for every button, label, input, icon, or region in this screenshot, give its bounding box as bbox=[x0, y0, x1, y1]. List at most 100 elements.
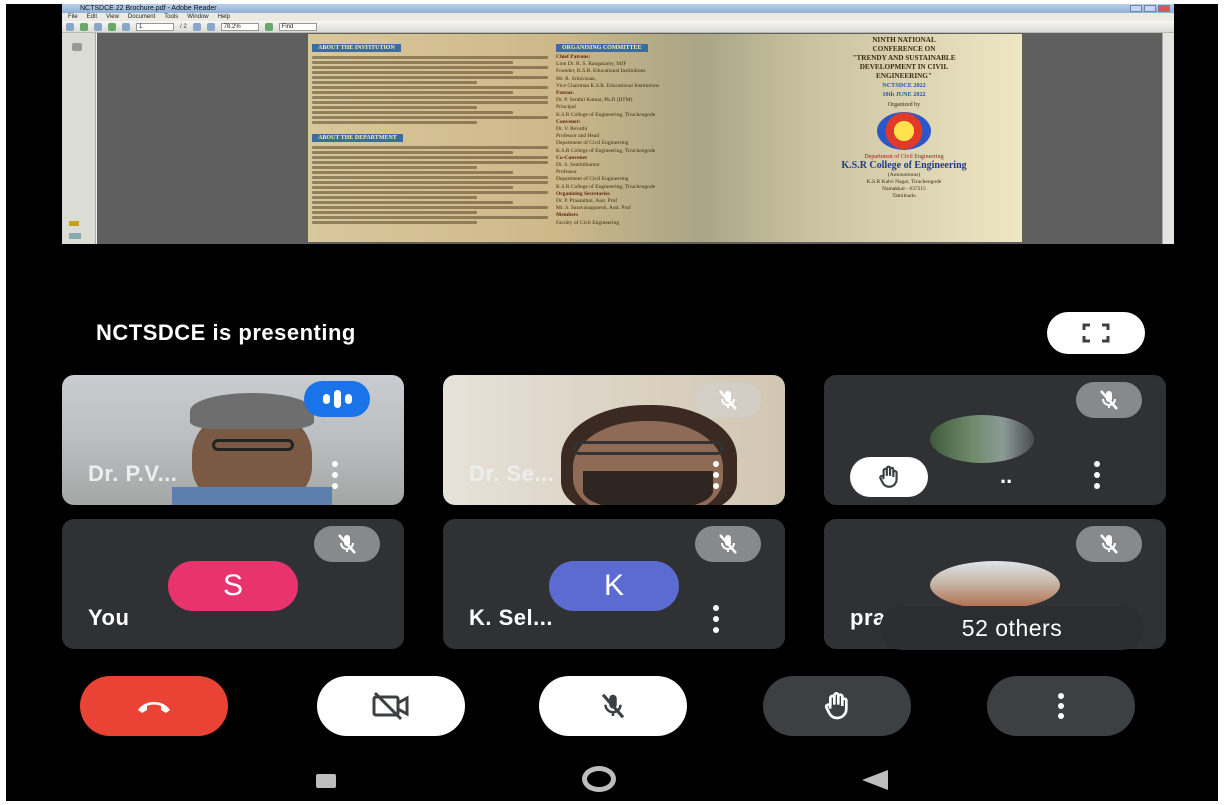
committee-entry: Faculty of Civil Engineering bbox=[556, 219, 620, 226]
others-chip[interactable]: 52 others bbox=[880, 606, 1144, 650]
committee-entry: Department of Civil Engineering bbox=[556, 176, 629, 183]
committee-entry: Mr. S. Saravanaganesh, Asst. Prof bbox=[556, 205, 631, 212]
committee-entry: Chief Patrons: bbox=[556, 54, 591, 60]
about-department-heading: ABOUT THE DEPARTMENT bbox=[312, 134, 403, 142]
menu-file: File bbox=[68, 14, 78, 20]
home-icon[interactable] bbox=[582, 766, 616, 792]
committee-list: Chief Patrons: Lion Dr. R. S. Rangasamy, … bbox=[556, 54, 782, 227]
address-line: Tamilnadu bbox=[892, 193, 916, 199]
reader-titlebar: NCTSDCE 22 Brochure.pdf - Adobe Reader bbox=[62, 4, 1174, 13]
committee-entry: Founder, K.S.R. Educational Institutions bbox=[556, 68, 646, 75]
more-vert-icon[interactable] bbox=[330, 461, 340, 489]
committee-entry: Department of Civil Engineering bbox=[556, 140, 629, 147]
presentation-area: NCTSDCE 22 Brochure.pdf - Adobe Reader F… bbox=[62, 4, 1174, 360]
zoom-field: 78.2% bbox=[220, 22, 259, 31]
participant-tile[interactable]: Dr. Se... bbox=[443, 375, 785, 505]
print-icon bbox=[80, 22, 88, 31]
more-vert-icon bbox=[1056, 693, 1066, 719]
participant-thumbnail bbox=[930, 415, 1034, 463]
reader-menubar: File Edit View Document Tools Window Hel… bbox=[62, 13, 1174, 21]
raise-hand-button[interactable] bbox=[763, 676, 911, 736]
prev-page-icon bbox=[108, 22, 116, 31]
committee-entry: Co-Convener bbox=[556, 154, 588, 161]
committee-entry: K.S.R College of Engineering, Tiruchengo… bbox=[556, 111, 656, 118]
reader-scrollbar bbox=[1162, 33, 1174, 244]
end-call-button[interactable] bbox=[80, 676, 228, 736]
participant-tile[interactable]: Dr. P.V... bbox=[62, 375, 404, 505]
committee-entry: Professor and Head bbox=[556, 133, 600, 140]
participant-tile[interactable]: K K. Sel... bbox=[443, 519, 785, 649]
more-vert-icon[interactable] bbox=[711, 461, 721, 489]
pages-icon bbox=[72, 43, 82, 51]
back-icon[interactable] bbox=[862, 770, 888, 790]
conference-acronym: NCTSDCE 2022 bbox=[882, 82, 926, 89]
more-vert-icon[interactable] bbox=[711, 605, 721, 633]
maximize-icon bbox=[1144, 5, 1156, 12]
find-field: Find bbox=[278, 22, 317, 31]
about-institution-heading: ABOUT THE INSTITUTION bbox=[312, 44, 401, 52]
zoom-in-icon bbox=[206, 22, 215, 31]
committee-entry: Dr. P. Senthil Kumar, Ph.D (IITM) bbox=[556, 97, 633, 104]
menu-document: Document bbox=[127, 14, 156, 20]
participant-name: K. Sel... bbox=[469, 605, 553, 630]
participant-tile-self[interactable]: S You bbox=[62, 519, 404, 649]
committee-entry: Professor bbox=[556, 169, 577, 176]
page-total: / 2 bbox=[180, 23, 187, 30]
system-nav-bar bbox=[6, 752, 1218, 801]
mic-toggle-button[interactable] bbox=[539, 676, 687, 736]
committee-entry: Patron: bbox=[556, 90, 574, 97]
committee-entry: Organizing Secretaries bbox=[556, 190, 610, 197]
committee-entry: Dr. P. Prasanthni, Asst. Prof bbox=[556, 198, 618, 205]
open-icon bbox=[66, 22, 74, 31]
mic-off-icon bbox=[314, 526, 380, 562]
participant-name: You bbox=[88, 605, 130, 630]
next-page-icon bbox=[122, 22, 130, 31]
conference-line: CONFERENCE ON bbox=[872, 45, 936, 53]
document-area: ABOUT THE INSTITUTION ABOUT THE DEPARTME… bbox=[97, 33, 1162, 244]
more-options-button[interactable] bbox=[987, 676, 1135, 736]
presenting-label: NCTSDCE is presenting bbox=[96, 320, 356, 345]
mic-off-icon bbox=[1076, 382, 1142, 418]
mic-off-icon bbox=[1076, 526, 1142, 562]
participant-tile[interactable]: .. bbox=[824, 375, 1166, 505]
menu-tools: Tools bbox=[164, 14, 179, 20]
organising-committee-heading: ORGANISING COMMITTEE bbox=[556, 44, 648, 52]
conference-line: "TRENDY AND SUSTAINABLE bbox=[852, 54, 956, 62]
committee-entry: Dr. V. Revathi bbox=[556, 126, 588, 133]
committee-entry: K.S.R College of Engineering, Tiruchengo… bbox=[556, 183, 656, 190]
conference-date: 10th JUNE 2022 bbox=[882, 91, 926, 98]
conference-line: NINTH NATIONAL bbox=[872, 36, 936, 44]
more-vert-icon[interactable] bbox=[1092, 461, 1102, 489]
committee-entry: Vice Chairman K.S.R. Educational Institu… bbox=[556, 82, 660, 89]
reader-toolbar: 1 / 2 78.2% Find bbox=[62, 21, 1174, 33]
mic-off-icon bbox=[695, 382, 761, 418]
email-icon bbox=[94, 22, 102, 31]
committee-entry: Principal bbox=[556, 104, 576, 111]
reader-window-title: NCTSDCE 22 Brochure.pdf - Adobe Reader bbox=[80, 5, 217, 12]
committee-entry: Lion Dr. R. S. Rangasamy, MJF bbox=[556, 61, 627, 68]
window-buttons bbox=[1130, 5, 1170, 12]
mic-off-icon bbox=[695, 526, 761, 562]
video-off-icon bbox=[372, 691, 409, 721]
avatar: S bbox=[168, 561, 298, 611]
participant-name: Dr. Se... bbox=[469, 461, 555, 486]
menu-view: View bbox=[106, 14, 119, 20]
committee-column: ORGANISING COMMITTEE Chief Patrons: Lion … bbox=[556, 36, 782, 240]
close-icon bbox=[1158, 5, 1170, 12]
fullscreen-button[interactable] bbox=[1047, 312, 1145, 354]
address-line: (Autonomous) bbox=[887, 172, 921, 178]
college-name: K.S.R College of Engineering bbox=[841, 160, 967, 171]
page-number-field: 1 bbox=[136, 22, 174, 31]
recents-icon[interactable] bbox=[316, 774, 336, 788]
committee-entry: Mr. R. Srinivasan, bbox=[556, 75, 597, 82]
committee-entry: Members bbox=[556, 212, 579, 219]
committee-entry: Convener: bbox=[556, 118, 581, 125]
camera-toggle-button[interactable] bbox=[317, 676, 465, 736]
brochure-page: ABOUT THE INSTITUTION ABOUT THE DEPARTME… bbox=[308, 34, 1022, 242]
about-column: ABOUT THE INSTITUTION ABOUT THE DEPARTME… bbox=[312, 36, 548, 240]
conference-line: DEVELOPMENT IN CIVIL bbox=[859, 63, 949, 71]
raised-hand-badge bbox=[850, 457, 928, 497]
phone-hangup-icon bbox=[138, 702, 170, 713]
reader-navigation-pane bbox=[62, 33, 96, 244]
conference-line: ENGINEERING" bbox=[876, 72, 932, 80]
